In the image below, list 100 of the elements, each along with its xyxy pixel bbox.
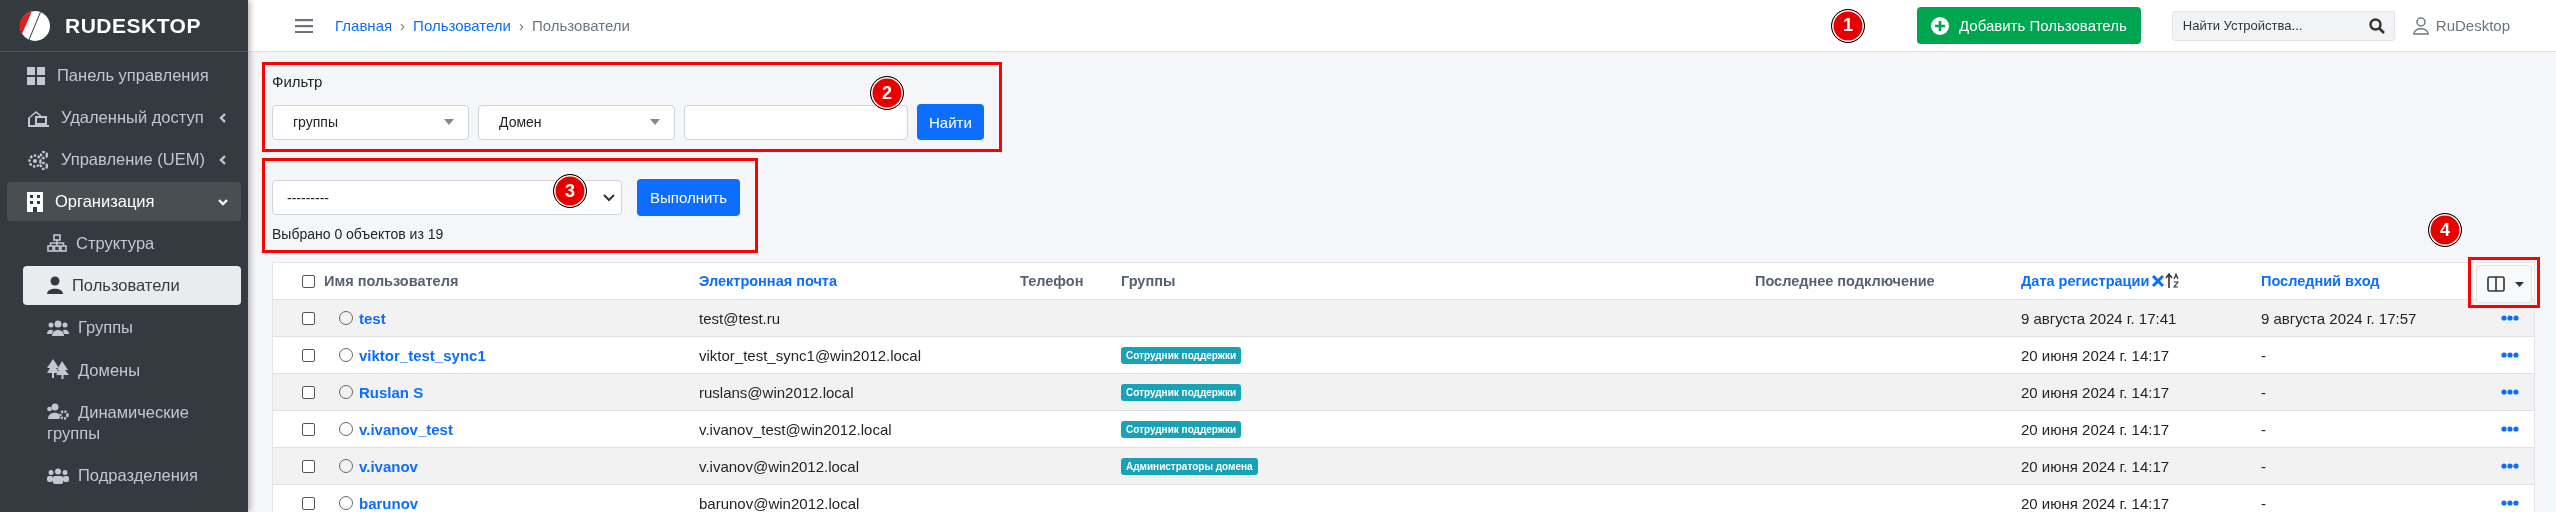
user-link[interactable]: viktor_test_sync1 [359,346,486,364]
sidebar-item[interactable]: Подразделения [23,456,241,495]
user-link[interactable]: v.ivanov_test [359,420,453,438]
table-cell: test@test.ru [699,309,781,327]
breadcrumb-current: Пользователи [532,17,630,34]
sidebar-item[interactable]: Домены [23,350,241,390]
callout-number: 3 [553,174,587,208]
annotation-frame [2468,257,2540,308]
more-icon [2501,463,2519,469]
sitemap-icon [47,234,67,252]
columns-icon [2486,276,2505,292]
selection-count: Выбрано 0 объектов из 19 [272,226,445,242]
callout-number: 4 [2428,213,2462,247]
breadcrumb-separator: › [519,17,524,34]
breadcrumb-link[interactable]: Главная [335,17,393,34]
table-cell: viktor_test_sync1@win2012.local [699,346,921,364]
logo-icon [19,9,51,42]
sidebar-item[interactable]: Структура [23,224,241,263]
checkbox[interactable] [301,311,315,325]
column-toggle-button[interactable] [2476,265,2532,303]
sidebar-item[interactable]: Пользователи [23,266,241,305]
callout-number: 2 [870,76,904,110]
table-cell: 9 августа 2024 г. 17:41 [2021,309,2177,327]
column-header[interactable]: Последний вход [2261,273,2380,289]
table-cell: 9 августа 2024 г. 17:57 [2261,309,2417,327]
checkbox[interactable] [301,385,315,399]
sidebar-item[interactable]: Панель управления [7,56,241,95]
group-tag: Сотрудник поддержки [1121,383,1242,401]
execute-button[interactable]: Выполнить [637,179,741,216]
user-name[interactable]: RuDesktop [2435,17,2510,34]
menu-icon [295,18,313,33]
add-user-button[interactable]: Добавить Пользователь [1917,7,2141,44]
more-icon [2501,500,2519,506]
callout-number: 1 [1831,8,1865,43]
caret-down-icon [444,119,454,125]
user-icon [2412,16,2429,35]
column-header: Последнее подключение [1755,273,1935,289]
table-cell: - [2261,420,2266,438]
trees-icon [47,359,69,379]
search-field[interactable]: Найти Устройства... [2171,10,2395,41]
user-link[interactable]: Ruslan S [359,383,424,401]
table-cell: - [2261,494,2266,512]
house-laptop-icon [27,108,49,127]
gears-icon [27,149,49,170]
column-header: Группы [1121,273,1176,289]
user-link[interactable]: test [359,309,386,327]
user-icon [47,276,63,294]
column-header[interactable]: Дата регистрации [2021,273,2150,289]
find-button[interactable]: Найти [917,104,984,140]
more-icon [2501,352,2519,358]
checkbox[interactable] [301,348,315,362]
grid-icon [27,66,45,85]
more-icon [2501,315,2519,321]
table-cell: 20 июня 2024 г. 14:17 [2021,494,2170,512]
checkbox[interactable] [301,274,315,288]
column-header[interactable]: Электронная почта [699,273,838,289]
checkbox[interactable] [301,422,315,436]
plus-circle-icon [1931,16,1949,35]
sidebar-item[interactable]: Динамические группы [23,393,241,453]
table-cell: 20 июня 2024 г. 14:17 [2021,457,2170,475]
filter-title: Фильтр [272,73,324,90]
dropdown[interactable]: группы [272,104,469,140]
sidebar-item[interactable]: Группы [23,308,241,347]
more-icon [2501,426,2519,432]
logo-text: RUDESKTOP [65,13,201,38]
users-icon [47,468,69,484]
more-icon [2501,389,2519,395]
breadcrumb-separator: › [400,17,406,34]
column-header: Телефон [1020,273,1084,289]
chevron-down-icon [603,193,615,202]
table-cell: - [2261,457,2266,475]
table-cell: ruslans@win2012.local [699,383,854,401]
group-tag: Администраторы домена [1121,457,1258,475]
search-icon [2368,17,2385,34]
group-tag: Сотрудник поддержки [1121,420,1242,438]
table-cell: - [2261,383,2266,401]
table-cell: - [2261,346,2266,364]
table-cell: 20 июня 2024 г. 14:17 [2021,420,2170,438]
users-gear-icon [47,403,69,421]
checkbox[interactable] [301,459,315,473]
caret-down-icon [2514,281,2524,287]
sidebar-item[interactable]: Организация [7,182,241,221]
sidebar-item[interactable]: Управление (UEM) [7,140,241,179]
user-link[interactable]: barunov [359,494,419,512]
table-cell: v.ivanov_test@win2012.local [699,420,892,438]
text-field[interactable] [684,104,908,140]
table-cell: barunov@win2012.local [699,494,860,512]
table-cell: 20 июня 2024 г. 14:17 [2021,383,2170,401]
caret-down-icon [650,119,660,125]
group-tag: Сотрудник поддержки [1121,346,1242,364]
sidebar-item[interactable]: Удаленный доступ [7,98,241,137]
table-cell: 20 июня 2024 г. 14:17 [2021,346,2170,364]
checkbox[interactable] [301,496,315,510]
breadcrumb-link[interactable]: Пользователи [413,17,511,34]
users-icon [47,320,69,336]
column-header: Имя пользователя [324,273,459,289]
table-cell: v.ivanov@win2012.local [699,457,860,475]
dropdown[interactable]: Домен [478,104,675,140]
user-link[interactable]: v.ivanov [359,457,418,475]
building-icon [27,191,43,212]
